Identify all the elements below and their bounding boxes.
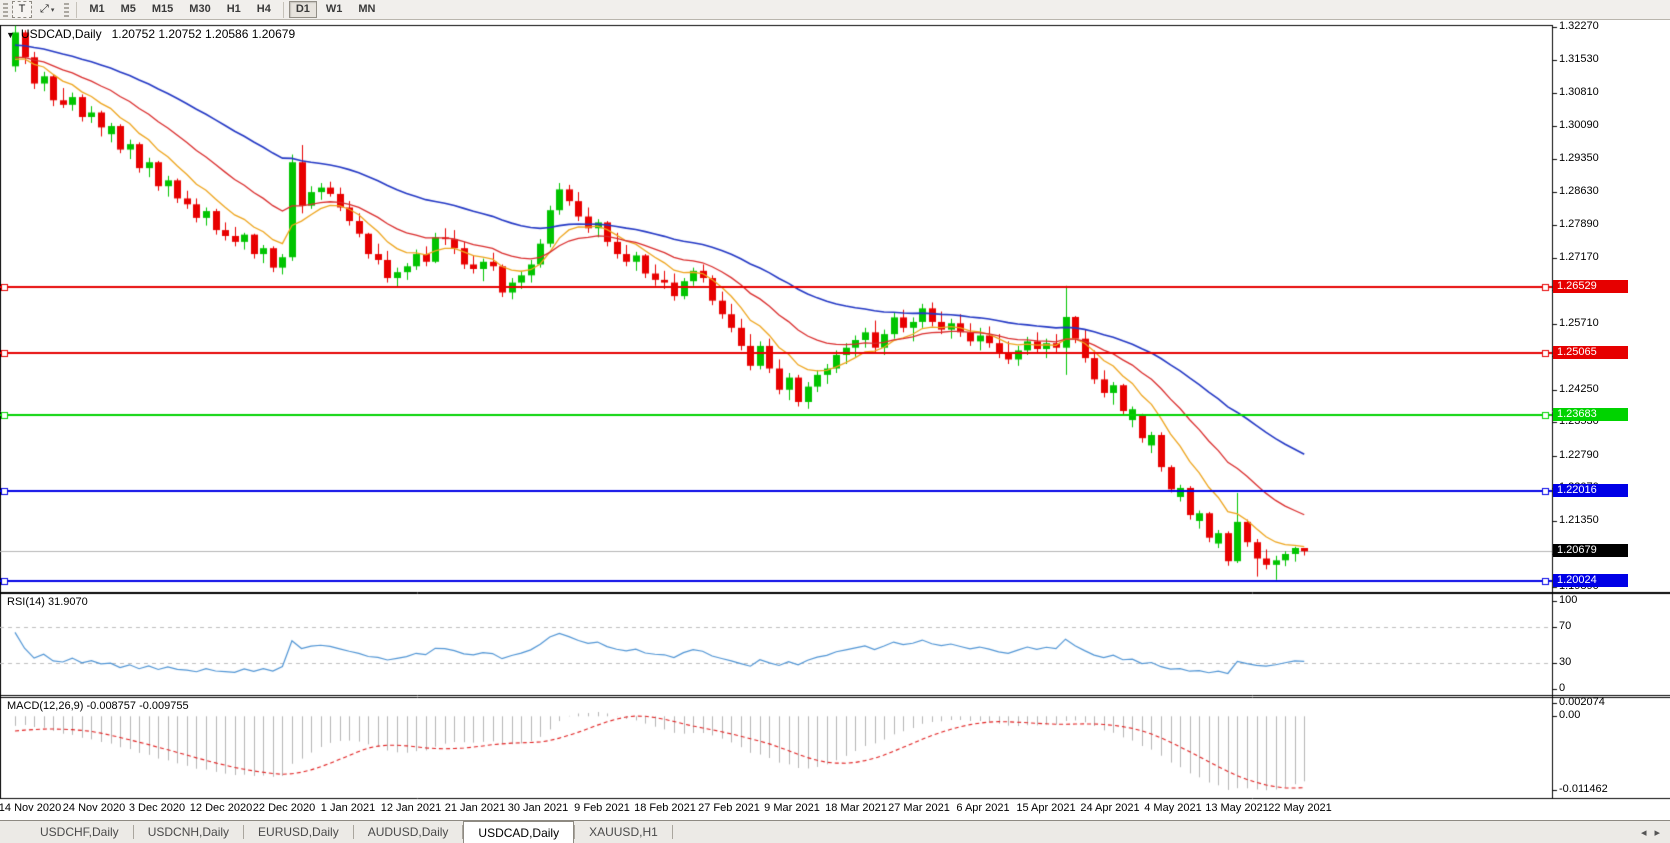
price-axis-tick: 1.22790 xyxy=(1559,449,1599,461)
macd-axis-tick: -0.011462 xyxy=(1559,783,1608,795)
date-axis-label: 24 Apr 2021 xyxy=(1080,802,1140,814)
timeframe-button-m15[interactable]: M15 xyxy=(145,1,180,18)
date-axis-label: 9 Feb 2021 xyxy=(574,802,630,814)
tab-audusd[interactable]: AUDUSD,Daily xyxy=(354,821,463,843)
current-price-label: 1.20679 xyxy=(1553,544,1628,557)
price-axis-tick: 1.31530 xyxy=(1559,53,1599,65)
symbol-tab-bar: USDCHF,Daily USDCNH,Daily EURUSD,Daily AUDU… xyxy=(0,820,1670,843)
date-axis-label: 24 Nov 2020 xyxy=(62,802,126,814)
text-tool-button[interactable]: T xyxy=(12,1,32,18)
chart-ohlc-values: 1.20752 1.20752 1.20586 1.20679 xyxy=(111,27,296,41)
date-axis-label: 30 Jan 2021 xyxy=(507,802,569,814)
price-axis-tick: 1.30810 xyxy=(1559,86,1599,98)
cursor-mode-button[interactable]: ⤢ ▾ xyxy=(34,1,60,18)
toolbar-grip[interactable] xyxy=(3,2,8,17)
date-axis-label: 18 Mar 2021 xyxy=(825,802,887,814)
date-axis-label: 22 Dec 2020 xyxy=(252,802,316,814)
tab-scroll-left-icon[interactable]: ◂ xyxy=(1641,826,1647,839)
date-axis-label: 14 Nov 2020 xyxy=(0,802,62,814)
rsi-axis-tick: 100 xyxy=(1559,594,1578,606)
date-axis-label: 22 May 2021 xyxy=(1268,802,1332,814)
rsi-name: RSI(14) xyxy=(7,596,45,608)
tab-scroll-right-icon[interactable]: ▸ xyxy=(1654,826,1660,839)
rsi-axis-tick: 70 xyxy=(1559,620,1572,632)
chevron-down-icon: ▾ xyxy=(50,7,55,14)
price-axis-tick: 1.27890 xyxy=(1559,218,1599,230)
tab-eurusd[interactable]: EURUSD,Daily xyxy=(244,821,353,843)
tab-usdcad[interactable]: USDCAD,Daily xyxy=(463,821,575,843)
price-axis-tick: 1.25710 xyxy=(1559,317,1599,329)
tab-scroll-controls: ◂ ▸ xyxy=(1641,821,1670,843)
rsi-axis-tick: 0 xyxy=(1559,682,1566,694)
chart-header: ▼ USDCAD,Daily 1.20752 1.20752 1.20586 1.2… xyxy=(6,27,295,41)
rsi-value: 31.9070 xyxy=(47,596,88,608)
diagonal-arrows-icon: ⤢ xyxy=(40,3,49,15)
timeframe-group: D1 W1 MN xyxy=(288,1,384,18)
price-axis-tick: 1.29350 xyxy=(1559,152,1599,164)
toolbar: T ⤢ ▾ M1 M5 M15 M30 H1 H4 D1 W1 MN xyxy=(0,0,1670,20)
price-axis-tick: 1.27170 xyxy=(1559,251,1599,263)
timeframe-button-m1[interactable]: M1 xyxy=(82,1,111,18)
timeframe-group: M1 M5 M15 M30 H1 H4 xyxy=(81,1,279,18)
mt4-window: T ⤢ ▾ M1 M5 M15 M30 H1 H4 D1 W1 MN ▼ USDCAD,Daily… xyxy=(0,0,1670,843)
toolbar-grip[interactable] xyxy=(64,2,70,17)
date-axis-label: 4 May 2021 xyxy=(1144,802,1202,814)
date-axis-label: 12 Jan 2021 xyxy=(380,802,442,814)
rsi-indicator-label: RSI(14) 31.9070 xyxy=(7,596,88,608)
date-axis-label: 27 Mar 2021 xyxy=(888,802,950,814)
price-axis-tick: 1.21350 xyxy=(1559,514,1599,526)
tab-xauusd[interactable]: XAUUSD,H1 xyxy=(575,821,672,843)
timeframe-button-m30[interactable]: M30 xyxy=(182,1,217,18)
hline-price-label: 1.23683 xyxy=(1553,408,1628,421)
macd-indicator-label: MACD(12,26,9) -0.008757 -0.009755 xyxy=(7,700,189,712)
chart-area: ▼ USDCAD,Daily 1.20752 1.20752 1.20586 1.2… xyxy=(0,20,1670,820)
price-axis-tick: 1.24250 xyxy=(1559,383,1599,395)
chart-symbol-label: USDCAD,Daily xyxy=(20,27,102,41)
rsi-axis-tick: 30 xyxy=(1559,656,1572,668)
date-axis-label: 1 Jan 2021 xyxy=(320,802,376,814)
date-axis-label: 27 Feb 2021 xyxy=(698,802,760,814)
timeframe-button-h4[interactable]: H4 xyxy=(250,1,278,18)
date-axis-label: 15 Apr 2021 xyxy=(1016,802,1076,814)
macd-axis-tick: 0.002074 xyxy=(1559,696,1605,708)
price-axis-tick: 1.32270 xyxy=(1559,20,1599,32)
hline-price-label: 1.25065 xyxy=(1553,346,1628,359)
date-axis-label: 12 Dec 2020 xyxy=(189,802,253,814)
date-axis-label: 13 May 2021 xyxy=(1205,802,1269,814)
timeframe-button-w1[interactable]: W1 xyxy=(319,1,350,18)
toolbar-separator xyxy=(282,1,284,18)
macd-axis-tick: 0.00 xyxy=(1559,709,1581,721)
date-axis-label: 9 Mar 2021 xyxy=(764,802,820,814)
tab-usdcnh[interactable]: USDCNH,Daily xyxy=(134,821,243,843)
tab-separator xyxy=(671,825,673,839)
timeframe-button-m5[interactable]: M5 xyxy=(114,1,143,18)
date-axis-label: 3 Dec 2020 xyxy=(128,802,186,814)
tab-usdchf[interactable]: USDCHF,Daily xyxy=(26,821,133,843)
timeframe-button-h1[interactable]: H1 xyxy=(220,1,248,18)
timeframe-button-d1[interactable]: D1 xyxy=(288,1,317,18)
hline-price-label: 1.26529 xyxy=(1553,280,1628,293)
macd-values: -0.008757 -0.009755 xyxy=(86,700,189,712)
chart-canvas[interactable] xyxy=(0,20,1670,820)
price-axis-tick: 1.30090 xyxy=(1559,119,1599,131)
hline-price-label: 1.20024 xyxy=(1553,574,1628,587)
collapse-chart-icon[interactable]: ▼ xyxy=(6,30,15,40)
date-axis-label: 6 Apr 2021 xyxy=(956,802,1010,814)
toolbar-separator xyxy=(76,1,78,18)
date-axis-label: 18 Feb 2021 xyxy=(634,802,696,814)
timeframe-button-mn[interactable]: MN xyxy=(351,1,382,18)
macd-name: MACD(12,26,9) xyxy=(7,700,84,712)
date-axis-label: 21 Jan 2021 xyxy=(444,802,506,814)
price-axis-tick: 1.28630 xyxy=(1559,185,1599,197)
hline-price-label: 1.22016 xyxy=(1553,484,1628,497)
